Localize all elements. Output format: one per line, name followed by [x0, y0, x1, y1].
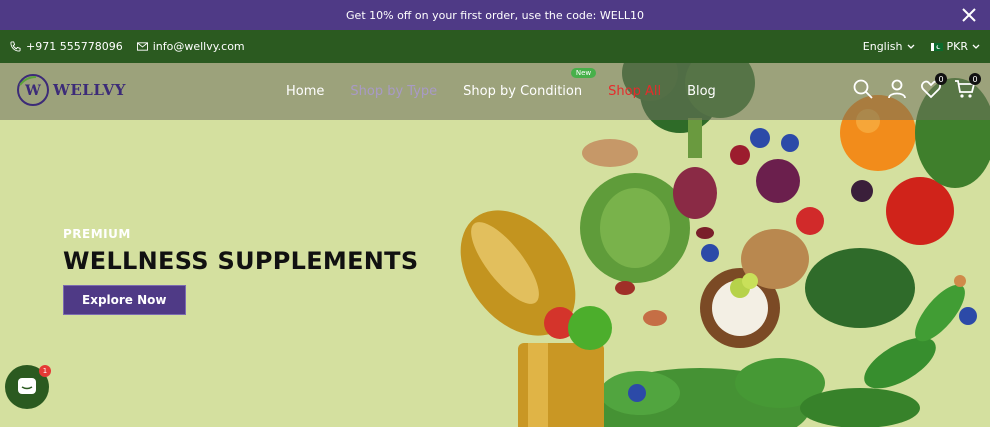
wishlist-button[interactable]: 0	[920, 73, 947, 100]
chat-widget-button[interactable]: 1	[5, 365, 51, 409]
tomato	[886, 177, 954, 245]
chevron-down-icon	[972, 44, 980, 49]
fig	[673, 167, 717, 219]
search-icon[interactable]	[852, 78, 874, 100]
mangosteen	[756, 159, 800, 203]
language-selector[interactable]: English	[863, 40, 915, 53]
hero-eyebrow: PREMIUM	[63, 227, 131, 241]
spinach-leaf	[805, 248, 915, 328]
nav-home[interactable]: Home	[286, 84, 324, 99]
leaf-cluster	[590, 284, 965, 427]
language-label: English	[862, 40, 903, 53]
close-icon[interactable]	[960, 6, 978, 24]
hero-content: PREMIUM WELLNESS SUPPLEMENTS Explore Now	[63, 227, 418, 315]
logo-mark-icon: W	[17, 74, 49, 106]
wishlist-count: 0	[935, 73, 947, 85]
brand-logo[interactable]: W WELLVY	[16, 73, 126, 107]
cart-count: 0	[969, 73, 981, 85]
nav-blog[interactable]: Blog	[687, 84, 716, 99]
announcement-text: Get 10% off on your first order, use the…	[346, 8, 644, 22]
nav-shop-by-type[interactable]: Shop by Type	[350, 84, 437, 99]
phone-icon	[10, 41, 21, 52]
announcement-bar: Get 10% off on your first order, use the…	[0, 0, 990, 30]
brand-name: WELLVY	[53, 81, 126, 99]
nav-shop-by-condition-label: Shop by Condition	[463, 84, 583, 99]
header-icons: 0 0	[852, 73, 981, 100]
chat-icon	[18, 378, 36, 394]
contact-bar: +971 555778096 info@wellvy.com English P…	[0, 30, 990, 63]
pakistan-flag-icon	[930, 42, 943, 51]
nav-shop-by-condition[interactable]: Shop by Condition New	[463, 68, 597, 99]
new-badge: New	[570, 68, 597, 78]
phone-number: +971 555778096	[26, 40, 123, 53]
currency-label: PKR	[946, 40, 969, 53]
red-pepper	[796, 207, 824, 235]
phone-contact[interactable]: +971 555778096	[10, 40, 123, 53]
mail-icon	[136, 42, 148, 51]
nav-shop-all[interactable]: Shop All	[608, 84, 661, 99]
cart-button[interactable]: 0	[954, 73, 981, 100]
main-nav: Home Shop by Type Shop by Condition New …	[286, 63, 716, 120]
ginger	[582, 139, 638, 167]
hero-headline: WELLNESS SUPPLEMENTS	[63, 247, 419, 275]
currency-selector[interactable]: PKR	[930, 40, 981, 53]
account-icon[interactable]	[886, 78, 908, 100]
svg-text:W: W	[24, 83, 41, 99]
explore-now-button[interactable]: Explore Now	[63, 285, 186, 315]
email-contact[interactable]: info@wellvy.com	[136, 40, 245, 53]
email-address: info@wellvy.com	[152, 40, 245, 53]
chat-unread-badge: 1	[39, 365, 51, 377]
site-header: W WELLVY Home Shop by Type Shop by Condi…	[0, 63, 990, 120]
gold-capsule	[460, 210, 604, 427]
green-apple	[568, 306, 612, 350]
chevron-down-icon	[907, 44, 914, 49]
